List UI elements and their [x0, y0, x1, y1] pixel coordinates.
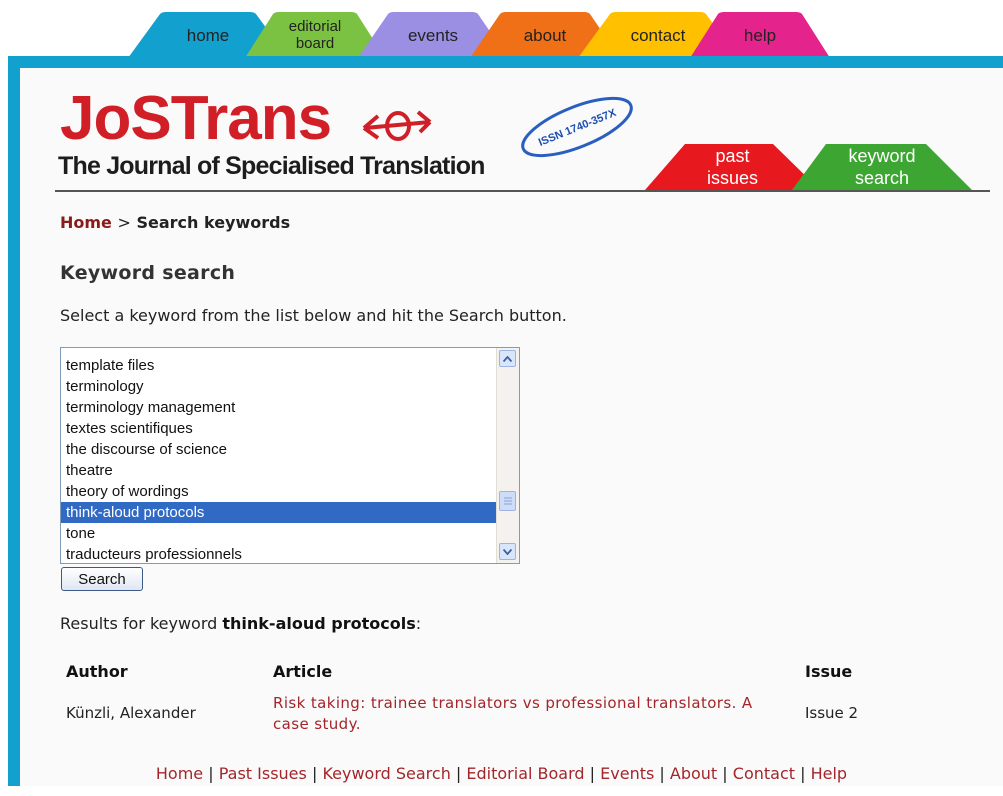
footer-link-past-issues[interactable]: Past Issues [219, 764, 307, 783]
footer-link-contact[interactable]: Contact [733, 764, 795, 783]
footer-separator: | [208, 764, 214, 783]
footer-link-keyword-search[interactable]: Keyword Search [322, 764, 450, 783]
tab-home-label: home [186, 25, 230, 45]
logo-title: JoSTrans [60, 84, 332, 153]
issn-text: ISSN 1740-357X [537, 107, 619, 149]
footer-link-help[interactable]: Help [811, 764, 847, 783]
column-header-issue: Issue [805, 662, 853, 681]
list-item-selected[interactable]: think-aloud protocols [61, 502, 496, 523]
tab-about-label: about [523, 25, 567, 45]
search-button[interactable]: Search [61, 567, 143, 591]
list-item[interactable]: theory of wordings [61, 481, 496, 502]
list-item[interactable]: the discourse of science [61, 439, 496, 460]
chevron-up-icon [503, 355, 512, 362]
footer-separator: | [722, 764, 728, 783]
list-item[interactable]: tone [61, 523, 496, 544]
list-item[interactable]: traducteurs professionnels [61, 544, 496, 563]
grip-icon [503, 497, 512, 505]
list-item[interactable]: textes scientifiques [61, 418, 496, 439]
tab-contact-label: contact [630, 25, 686, 45]
top-nav: home editorial board events about contac… [0, 0, 1003, 58]
instructions-text: Select a keyword from the list below and… [60, 306, 567, 325]
list-item[interactable]: template files [61, 355, 496, 376]
issn-stamp: ISSN 1740-357X [521, 96, 633, 158]
keyword-list-items: template files terminology terminology m… [61, 348, 496, 563]
keyword-listbox[interactable]: template files terminology terminology m… [60, 347, 520, 564]
footer-link-about[interactable]: About [670, 764, 717, 783]
scroll-up-button[interactable] [499, 350, 516, 367]
tab-help-label: help [743, 25, 777, 45]
result-issue: Issue 2 [805, 704, 859, 722]
tab-editorial-board-label: editorial board [288, 18, 342, 52]
logo-subtitle: The Journal of Specialised Translation [58, 152, 485, 180]
breadcrumb-separator: > [117, 213, 131, 232]
results-heading: Results for keyword think-aloud protocol… [60, 614, 421, 633]
breadcrumb-current: Search keywords [136, 213, 291, 232]
footer-link-editorial-board[interactable]: Editorial Board [466, 764, 584, 783]
listbox-scrollbar[interactable] [496, 348, 519, 563]
tab-past-issues-label: past issues [706, 145, 759, 188]
footer-separator: | [659, 764, 665, 783]
footer-link-events[interactable]: Events [600, 764, 654, 783]
tab-keyword-search-label: keyword search [848, 145, 916, 188]
breadcrumb: Home > Search keywords [60, 213, 290, 232]
column-header-article: Article [273, 662, 333, 681]
results-prefix: Results for keyword [60, 614, 218, 633]
list-item-partial [61, 348, 496, 355]
left-bar [8, 56, 20, 786]
header-rule [55, 190, 990, 192]
footer-separator: | [589, 764, 596, 783]
list-item[interactable]: terminology management [61, 397, 496, 418]
scroll-down-button[interactable] [499, 543, 516, 560]
tab-events-label: events [407, 25, 459, 45]
footer-link-home[interactable]: Home [156, 764, 203, 783]
results-keyword: think-aloud protocols [222, 614, 416, 633]
tab-help[interactable]: help [690, 12, 830, 58]
chevron-down-icon [503, 548, 512, 555]
footer-separator: | [800, 764, 806, 783]
footer-links: Home | Past Issues | Keyword Search | Ed… [0, 764, 1003, 783]
result-article-link[interactable]: Risk taking: trainee translators vs prof… [273, 693, 793, 735]
top-bar [8, 56, 1003, 68]
list-item[interactable]: theatre [61, 460, 496, 481]
breadcrumb-home-link[interactable]: Home [60, 213, 112, 232]
footer-separator: | [455, 764, 462, 783]
footer-separator: | [311, 764, 318, 783]
result-author: Künzli, Alexander [66, 704, 196, 722]
list-item[interactable]: terminology [61, 376, 496, 397]
tab-keyword-search[interactable]: keyword search [792, 143, 972, 190]
logo-arrow-icon [362, 110, 432, 141]
column-header-author: Author [66, 662, 128, 681]
page-title: Keyword search [60, 262, 236, 284]
results-suffix: : [415, 614, 422, 633]
scroll-thumb[interactable] [499, 491, 516, 511]
